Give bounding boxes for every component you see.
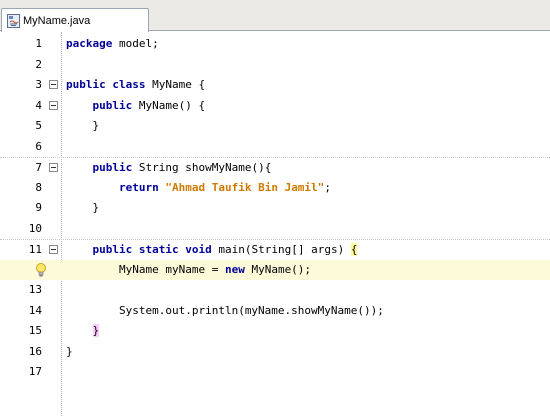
code-text: } bbox=[66, 324, 100, 337]
keyword-token: public bbox=[92, 243, 133, 256]
code-line[interactable]: 9 } bbox=[0, 198, 550, 218]
code-editor[interactable]: 1 package model; 2 3 public class MyName { 4 … bbox=[0, 32, 550, 416]
line-number: 7 bbox=[35, 161, 42, 174]
keyword-token: public bbox=[92, 161, 133, 174]
keyword-token: void bbox=[185, 243, 212, 256]
line-number: 9 bbox=[35, 201, 42, 214]
code-line[interactable]: 10 bbox=[0, 219, 550, 239]
code-text: MyName myName = new MyName(); bbox=[66, 263, 311, 276]
code-line[interactable]: 11 public static void main(String[] args… bbox=[0, 239, 550, 259]
fold-toggle-icon[interactable] bbox=[49, 100, 58, 110]
line-number: 17 bbox=[28, 365, 42, 378]
code-line[interactable]: 14 System.out.println(myName.showMyName(… bbox=[0, 301, 550, 321]
string-literal: "Ahmad Taufik Bin Jamil" bbox=[165, 180, 325, 194]
keyword-token: static bbox=[138, 243, 179, 256]
line-number: 5 bbox=[35, 119, 42, 132]
code-token: System.out.println(myName.showMyName()); bbox=[118, 303, 384, 317]
keyword-token: return bbox=[118, 180, 159, 194]
fold-toggle-icon[interactable] bbox=[49, 163, 58, 172]
fold-toggle-icon[interactable] bbox=[49, 80, 58, 89]
code-token: } bbox=[66, 344, 73, 358]
code-text: } bbox=[66, 345, 73, 358]
code-line[interactable]: 7 public String showMyName(){ bbox=[0, 157, 550, 177]
code-line[interactable]: 15 } bbox=[0, 321, 550, 341]
line-number: 4 bbox=[35, 98, 42, 112]
line-number: 8 bbox=[35, 180, 42, 194]
code-text: public String showMyName(){ bbox=[66, 161, 272, 174]
java-file-icon bbox=[7, 13, 20, 28]
code-text: } bbox=[66, 119, 100, 132]
keyword-token: class bbox=[112, 78, 146, 91]
code-token: } bbox=[92, 119, 100, 132]
line-number: 1 bbox=[35, 37, 42, 50]
code-text: return "Ahmad Taufik Bin Jamil"; bbox=[66, 181, 331, 194]
line-number: 11 bbox=[28, 243, 42, 256]
keyword-token: new bbox=[224, 262, 245, 276]
code-text: public class MyName { bbox=[66, 78, 205, 91]
code-line[interactable]: 13 bbox=[0, 280, 550, 300]
code-token: MyName(); bbox=[244, 262, 312, 276]
editor-tab-strip: MyName.java bbox=[0, 0, 550, 32]
code-line[interactable]: 3 public class MyName { bbox=[0, 75, 550, 95]
line-number: 2 bbox=[35, 57, 42, 71]
code-line[interactable]: 4 public MyName() { bbox=[0, 96, 550, 116]
code-line[interactable]: 17 bbox=[0, 362, 550, 382]
code-token: ; bbox=[324, 180, 331, 194]
code-text: package model; bbox=[66, 37, 159, 50]
line-number: 10 bbox=[28, 221, 42, 235]
keyword-token: package bbox=[66, 37, 113, 50]
code-token: String showMyName(){ bbox=[132, 161, 272, 174]
tab-myname-java[interactable]: MyName.java bbox=[1, 8, 149, 32]
fold-toggle-icon[interactable] bbox=[49, 245, 58, 254]
code-line[interactable]: 5 } bbox=[0, 116, 550, 136]
code-text: System.out.println(myName.showMyName()); bbox=[66, 304, 384, 317]
code-text: public static void main(String[] args) { bbox=[66, 243, 358, 256]
code-line[interactable]: 16} bbox=[0, 342, 550, 362]
matched-brace: { bbox=[350, 243, 358, 256]
matched-brace: } bbox=[92, 324, 100, 337]
code-token: } bbox=[92, 201, 100, 214]
line-number: 14 bbox=[28, 303, 42, 317]
line-number: 15 bbox=[28, 324, 42, 337]
code-line[interactable]: 2 bbox=[0, 55, 550, 75]
code-token: MyName() { bbox=[132, 98, 206, 112]
keyword-token: public bbox=[92, 98, 133, 112]
code-token: main(String[] args) bbox=[211, 243, 351, 256]
code-token: model; bbox=[112, 37, 159, 50]
line-number: 3 bbox=[35, 78, 42, 91]
code-text: public MyName() { bbox=[66, 98, 206, 112]
lightbulb-hint-icon[interactable] bbox=[34, 262, 48, 278]
keyword-token: public bbox=[66, 78, 106, 91]
code-line[interactable]: 1 package model; bbox=[0, 34, 550, 54]
code-line[interactable]: 6 bbox=[0, 137, 550, 157]
tab-title: MyName.java bbox=[23, 14, 91, 27]
line-number: 13 bbox=[28, 283, 42, 296]
line-number: 16 bbox=[28, 344, 42, 358]
code-line[interactable]: MyName myName = new MyName(); bbox=[0, 259, 550, 280]
code-token: MyName myName = bbox=[118, 262, 225, 276]
line-number: 6 bbox=[35, 139, 42, 153]
code-line[interactable]: 8 return "Ahmad Taufik Bin Jamil"; bbox=[0, 178, 550, 198]
code-text: } bbox=[66, 201, 100, 214]
code-token: MyName { bbox=[145, 78, 206, 91]
